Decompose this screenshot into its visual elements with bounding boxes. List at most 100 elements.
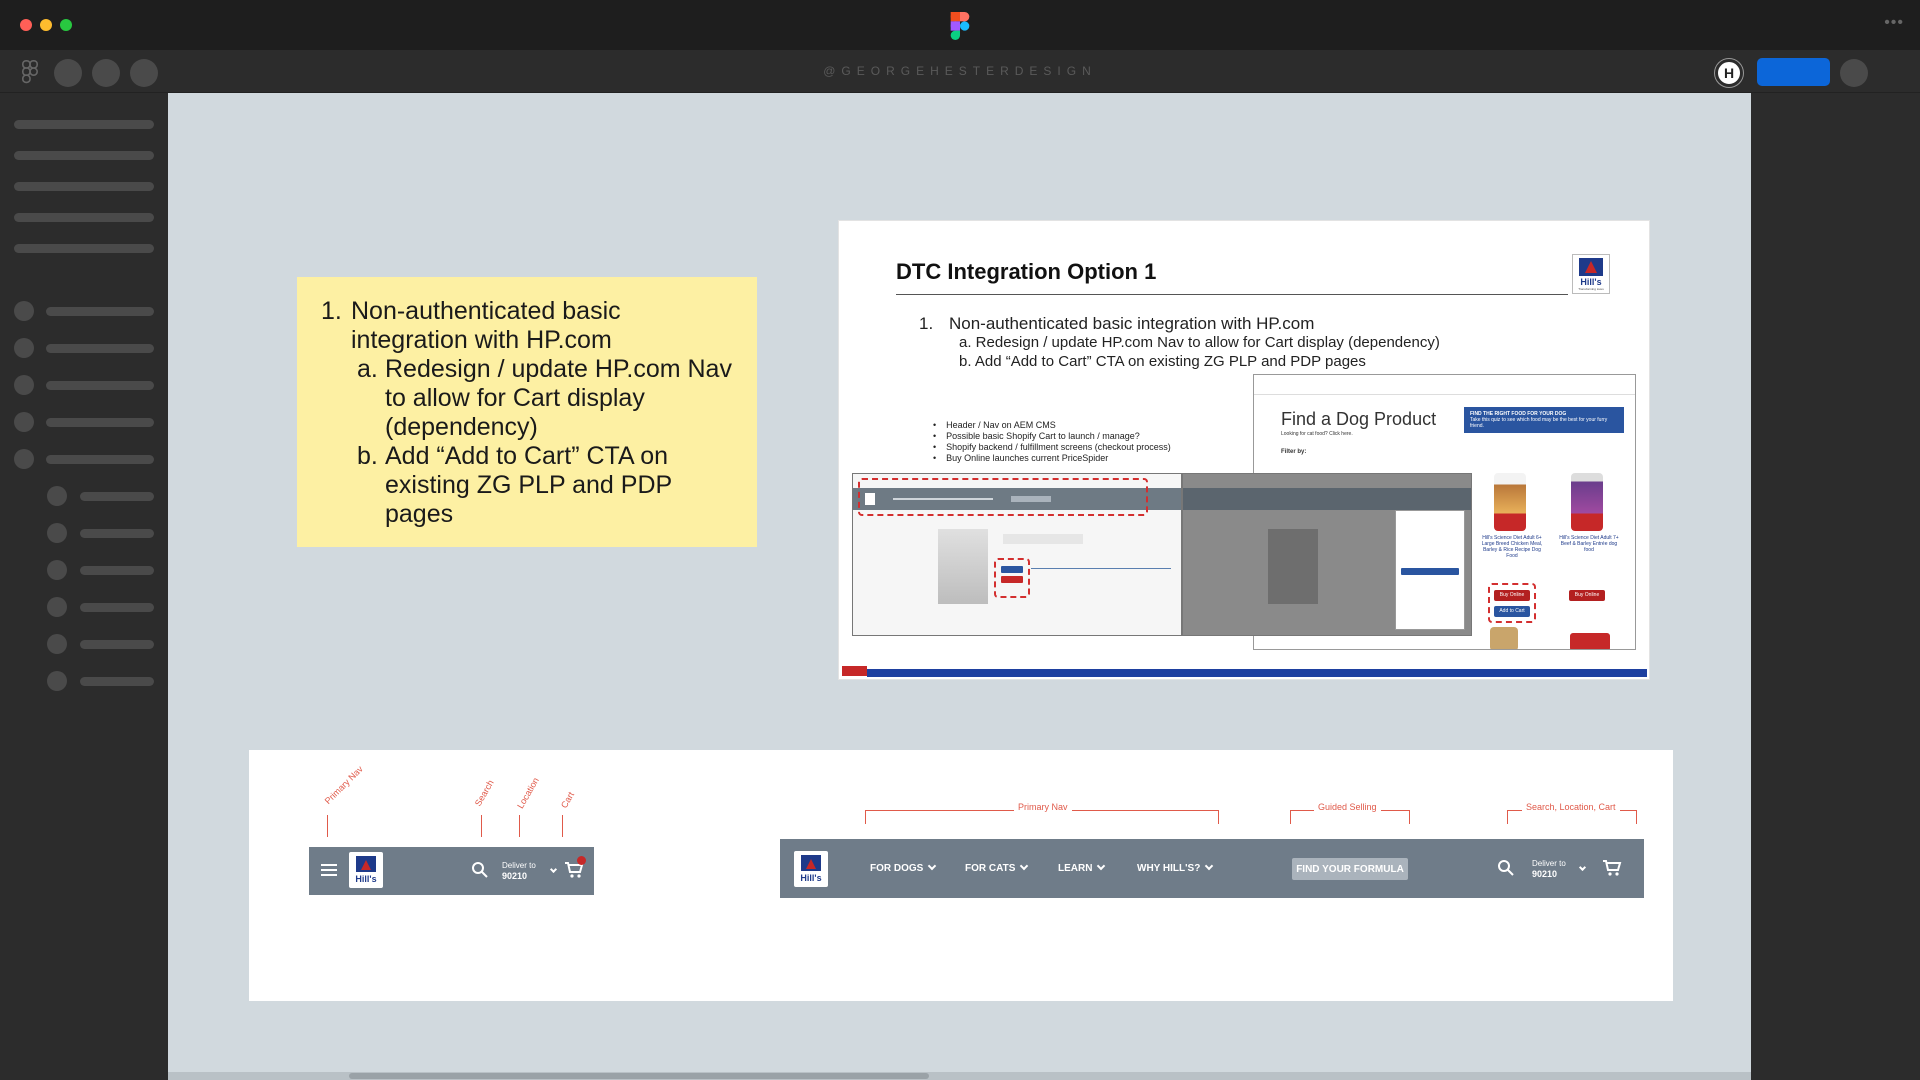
hamburger-menu-icon[interactable] (321, 864, 337, 876)
layer-icon (14, 301, 34, 321)
sidebar-layer-item[interactable] (80, 603, 154, 612)
horizontal-scrollbar[interactable] (168, 1072, 1751, 1080)
nav-item-why-hills[interactable]: WHY HILL'S? (1137, 861, 1214, 874)
deliver-zip: 90210 (1532, 869, 1558, 879)
nav-item-label: WHY HILL'S? (1137, 863, 1201, 874)
annotation-bracket (865, 810, 1219, 824)
slide-sub-a: a. Redesign / update HP.com Nav to allow… (959, 334, 1440, 351)
highlight-box (1488, 583, 1536, 623)
layer-icon (47, 523, 67, 543)
sticky-sub-text: Add “Add to Cart” CTA on existing ZG PLP… (385, 442, 672, 528)
sidebar-layer-item[interactable] (46, 381, 154, 390)
slide-footer-red (842, 666, 867, 676)
find-your-formula-button[interactable]: FIND YOUR FORMULA (1292, 858, 1408, 880)
nav-item-label: FOR CATS (965, 863, 1016, 874)
user-avatar[interactable]: H (1715, 59, 1743, 87)
pdp-product-image (938, 529, 988, 604)
sticky-sub-text: Redesign / update HP.com Nav to allow fo… (385, 355, 732, 441)
chevron-down-icon (928, 861, 937, 871)
nav-item-for-cats[interactable]: FOR CATS (965, 861, 1029, 874)
share-button[interactable] (1757, 58, 1830, 86)
nav-item-for-dogs[interactable]: FOR DOGS (870, 861, 937, 874)
hills-logo[interactable]: Hill's (349, 852, 383, 888)
product-filter-label: Filter by: (1281, 449, 1307, 455)
watermark-text: @GEORGEHESTERDESIGN (823, 64, 1097, 78)
sticky-sub-letter: a. (357, 355, 378, 383)
pdp-title-placeholder (1003, 534, 1083, 544)
maximize-window-button[interactable] (60, 19, 72, 31)
properties-panel (1751, 93, 1920, 1080)
sidebar-page-item[interactable] (14, 244, 154, 253)
hills-logo: Hill's Transforming Lives (1572, 254, 1610, 294)
search-icon[interactable] (1497, 859, 1515, 877)
pdp-product-image (1268, 529, 1318, 604)
chevron-down-icon (1578, 863, 1587, 872)
search-icon[interactable] (471, 861, 489, 879)
sidebar-layer-item[interactable] (80, 640, 154, 649)
sidebar-page-item[interactable] (14, 213, 154, 222)
hills-logo[interactable]: Hill's (794, 851, 828, 887)
minimize-window-button[interactable] (40, 19, 52, 31)
deliver-to-location[interactable]: Deliver to 90210 (1532, 859, 1566, 880)
annotation-line (481, 815, 482, 837)
more-options-icon[interactable]: ••• (1884, 14, 1904, 32)
chevron-down-icon (1020, 861, 1029, 871)
title-divider (896, 294, 1568, 295)
product-image (1494, 473, 1526, 531)
sidebar-layer-item[interactable] (80, 492, 154, 501)
product-image (1570, 633, 1610, 649)
deliver-to-location[interactable]: Deliver to 90210 (502, 861, 536, 882)
sidebar-layer-item[interactable] (46, 455, 154, 464)
sidebar-layer-item[interactable] (80, 566, 154, 575)
sidebar-page-item[interactable] (14, 151, 154, 160)
sidebar-layer-item[interactable] (46, 344, 154, 353)
sticky-note[interactable]: 1. Non-authenticated basic integration w… (297, 277, 757, 547)
sidebar-layer-item[interactable] (80, 529, 154, 538)
bullet-item: Possible basic Shopify Cart to launch / … (946, 431, 1171, 442)
annotation-primary-nav: Primary Nav (1014, 802, 1072, 812)
sidebar-page-item[interactable] (14, 182, 154, 191)
slide-footer-blue (867, 669, 1647, 677)
zoom-avatar[interactable] (1840, 59, 1868, 87)
annotation-search-location-cart: Search, Location, Cart (1522, 802, 1620, 812)
chevron-down-icon (1205, 861, 1214, 871)
sidebar-page-item[interactable] (14, 120, 154, 129)
cart-icon[interactable] (1602, 859, 1622, 877)
product-name: Hill's Science Diet Adult 6+ Large Breed… (1481, 535, 1543, 559)
annotation-bracket (1290, 810, 1410, 824)
nav-mockup-card[interactable]: Primary Nav Search Location Cart Hill's … (249, 750, 1673, 1001)
layer-icon (47, 560, 67, 580)
annotation-bracket (1507, 810, 1637, 824)
slide-bullets: Header / Nav on AEM CMS Possible basic S… (946, 420, 1171, 464)
close-window-button[interactable] (20, 19, 32, 31)
window-titlebar: ••• (0, 0, 1920, 50)
design-canvas[interactable]: 1. Non-authenticated basic integration w… (168, 93, 1751, 1080)
buy-online-button[interactable]: Buy Online (1569, 590, 1605, 601)
slide-title: DTC Integration Option 1 (896, 259, 1157, 284)
slide-logo-tagline: Transforming Lives (1578, 287, 1604, 291)
chevron-down-icon (549, 865, 558, 874)
figma-toolbar: @GEORGEHESTERDESIGN H (0, 50, 1920, 93)
nav-item-learn[interactable]: LEARN (1058, 861, 1106, 874)
bullet-item: Header / Nav on AEM CMS (946, 420, 1171, 431)
presentation-slide[interactable]: DTC Integration Option 1 Hill's Transfor… (838, 220, 1650, 680)
sidebar-layer-item[interactable] (46, 307, 154, 316)
scrollbar-thumb[interactable] (349, 1073, 929, 1079)
desktop-nav-bar: Hill's FOR DOGS FOR CATS LEARN WHY HILL'… (780, 839, 1644, 898)
layers-sidebar (0, 93, 168, 1080)
slide-list: 1. Non-authenticated basic integration w… (919, 315, 1440, 371)
sidebar-layer-item[interactable] (80, 677, 154, 686)
annotation-search: Search (472, 778, 496, 808)
sticky-item-number: 1. (321, 297, 342, 325)
mobile-nav-bar: Hill's Deliver to 90210 (309, 847, 594, 895)
product-image (1571, 473, 1603, 531)
cart-badge (577, 856, 586, 865)
sidebar-layer-item[interactable] (46, 418, 154, 427)
layer-icon (47, 634, 67, 654)
annotation-line (519, 815, 520, 837)
sticky-sub-letter: b. (357, 442, 378, 470)
slide-sub-b: b. Add “Add to Cart” CTA on existing ZG … (959, 353, 1366, 370)
pdp-screenshot-before (852, 473, 1182, 636)
layer-icon (14, 449, 34, 469)
layer-icon (14, 338, 34, 358)
